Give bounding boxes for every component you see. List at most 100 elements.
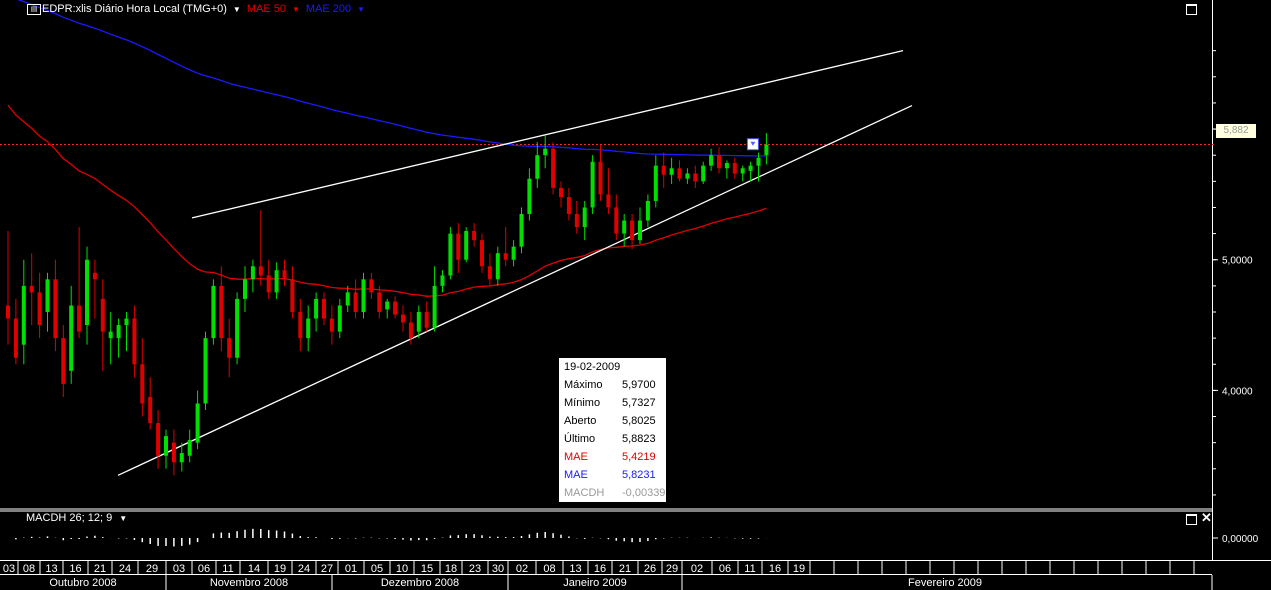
candle-body: [148, 396, 153, 424]
macd-panel-title[interactable]: MACDH 26; 12; 9 ▼: [26, 512, 127, 524]
candle-body: [92, 272, 97, 280]
candle-body: [574, 214, 579, 228]
tooltip-value: 5,8823: [622, 433, 656, 445]
chart-icon[interactable]: ▤: [27, 4, 41, 15]
tooltip-row-macdh: MACDH -0,00339: [564, 485, 665, 501]
trendline-lower: [117, 104, 913, 476]
candle-body: [401, 314, 405, 323]
candle-body: [448, 233, 453, 276]
macd-dropdown-icon[interactable]: ▼: [119, 514, 127, 523]
candle-body: [6, 305, 10, 319]
candle-body: [424, 312, 429, 328]
y-tick-label: 4,0000: [1222, 386, 1253, 397]
symbol-dropdown-icon[interactable]: ▼: [233, 5, 241, 14]
candle-body: [290, 279, 295, 312]
day-label: 19: [793, 563, 805, 575]
day-label: 30: [492, 563, 504, 575]
macd-maximize-icon[interactable]: [1186, 514, 1197, 525]
tooltip-label: Aberto: [564, 415, 597, 427]
day-label: 03: [173, 563, 185, 575]
candle-body: [116, 325, 121, 339]
candle-body: [195, 403, 200, 443]
candle-body: [740, 168, 745, 174]
candle-body: [472, 230, 477, 241]
candle-body: [440, 275, 445, 286]
candle-body: [369, 279, 374, 293]
candle-body: [45, 279, 50, 312]
day-label: 02: [516, 563, 528, 575]
tooltip-label: MACDH: [564, 487, 605, 499]
candle-body: [132, 318, 137, 365]
candle-body: [282, 270, 287, 280]
macd-zero-label: 0,00000: [1222, 534, 1259, 545]
indicator-mae50-dropdown-icon[interactable]: ▼: [292, 5, 300, 14]
day-label: 23: [469, 563, 481, 575]
candle-body: [243, 279, 247, 299]
chart-header: ▤ EDPR:xlis Diário Hora Local (TMG+0) ▼ …: [0, 0, 365, 18]
candle-body: [37, 292, 42, 326]
candle-body: [464, 230, 469, 260]
candle-body: [535, 155, 540, 179]
candle-body: [211, 285, 216, 339]
candle-body: [393, 301, 398, 315]
day-label: 16: [769, 563, 781, 575]
maximize-icon[interactable]: [1186, 4, 1197, 15]
candle-body: [203, 338, 208, 404]
candle-body: [487, 266, 492, 280]
candle-body: [108, 331, 113, 339]
day-label: 29: [666, 563, 678, 575]
candle-body: [77, 305, 82, 332]
tooltip-label: MAE: [564, 451, 588, 463]
tooltip-label: Mínimo: [564, 397, 601, 409]
candle-body: [69, 305, 74, 371]
candle-body: [337, 305, 342, 332]
candle-body: [543, 148, 548, 156]
candle-body: [724, 163, 729, 169]
candle-body: [219, 285, 224, 339]
candle-body: [693, 173, 698, 182]
candle-body: [353, 292, 358, 312]
day-label: 11: [222, 563, 233, 575]
candle-body: [614, 207, 619, 234]
candle-body: [677, 168, 682, 179]
candle-body: [622, 220, 627, 234]
day-label: 27: [321, 563, 333, 575]
candle-body: [329, 318, 334, 332]
candle-body: [645, 200, 650, 221]
candle-body: [661, 165, 666, 175]
day-label: 16: [69, 563, 81, 575]
day-label: 01: [345, 563, 357, 575]
month-label: Novembro 2008: [210, 577, 288, 589]
indicator-mae200-label[interactable]: MAE 200: [306, 3, 351, 15]
candle-body: [551, 148, 556, 188]
candle-body: [495, 253, 500, 280]
candle-body: [630, 220, 635, 241]
candle-body: [669, 168, 674, 175]
month-label: Janeiro 2009: [563, 577, 627, 589]
candle-body: [385, 301, 390, 310]
candle-body: [559, 187, 563, 198]
candle-body: [179, 453, 184, 463]
candle-body: [227, 338, 232, 358]
indicator-mae50-label[interactable]: MAE 50: [247, 3, 286, 15]
candle-body: [456, 233, 461, 260]
indicator-mae200-dropdown-icon[interactable]: ▼: [357, 5, 365, 14]
close-icon[interactable]: ✕: [1201, 511, 1212, 525]
candle-body: [756, 157, 761, 166]
symbol-label[interactable]: EDPR:xlis Diário Hora Local (TMG+0): [42, 3, 227, 15]
tooltip-date: 19-02-2009: [564, 361, 621, 373]
candle-body: [685, 173, 690, 179]
candle-body: [503, 253, 508, 260]
tooltip-label: Máximo: [564, 379, 603, 391]
candle-body: [638, 220, 642, 241]
month-label: Dezembro 2008: [381, 577, 459, 589]
data-tooltip: 19-02-2009 Máximo 5,9700 Mínimo 5,7327 Abe…: [559, 358, 666, 502]
candle-body: [13, 318, 18, 358]
day-label: 03: [3, 563, 15, 575]
day-label: 06: [719, 563, 731, 575]
candle-body: [432, 285, 437, 328]
candle-body: [171, 442, 176, 463]
candle-body: [164, 436, 168, 456]
candle-body: [748, 165, 753, 171]
candle-body: [250, 266, 255, 280]
